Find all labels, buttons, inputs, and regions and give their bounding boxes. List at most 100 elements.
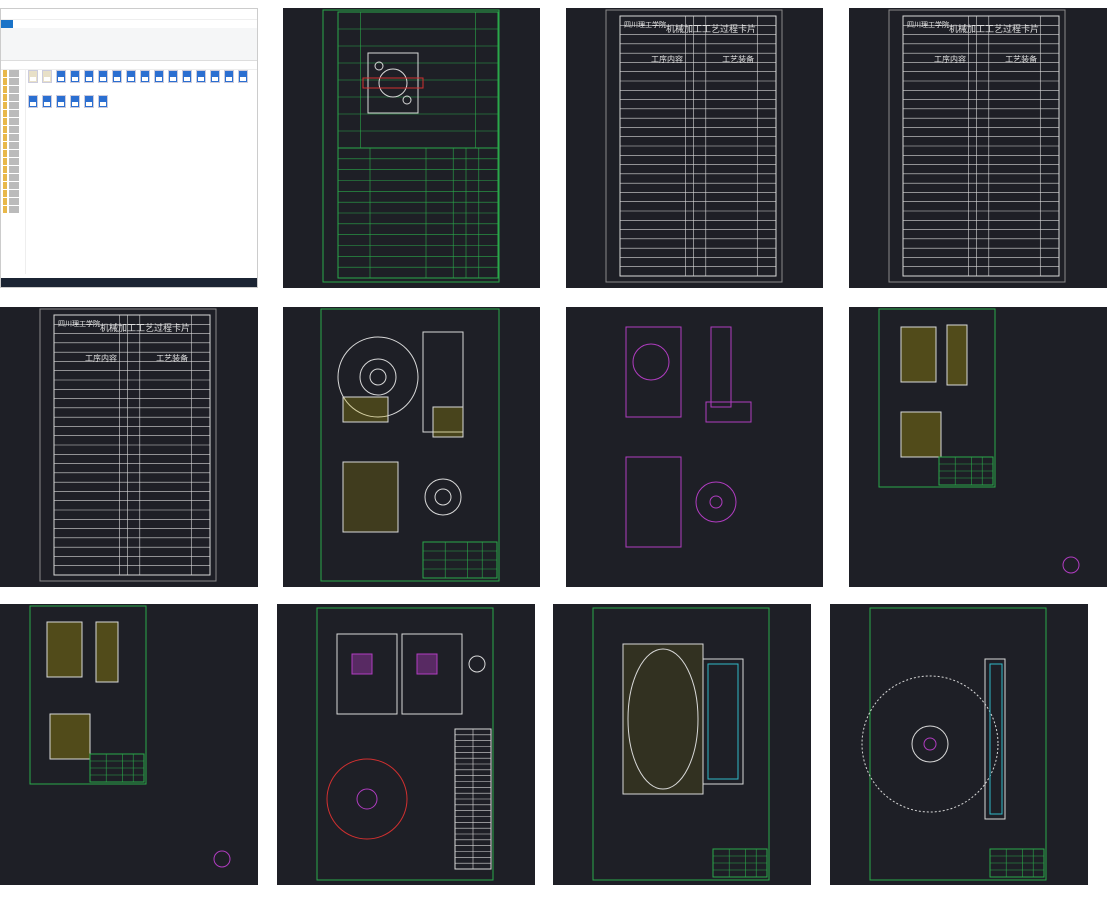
file-icon[interactable]: [56, 95, 66, 108]
file-icon[interactable]: [210, 70, 220, 83]
file-icon[interactable]: [98, 70, 108, 83]
drawing-circle: [923, 737, 937, 751]
drawing-outline: [622, 643, 704, 795]
file-icon[interactable]: [168, 70, 178, 83]
drawing-circle: [356, 788, 378, 810]
nav-item[interactable]: [3, 190, 23, 197]
card-text: 四川理工学院: [58, 320, 100, 328]
file-icon[interactable]: [140, 70, 150, 83]
file-icon[interactable]: [28, 95, 38, 108]
tab-home[interactable]: [13, 20, 25, 28]
card-text: 工序内容: [934, 55, 966, 64]
navigation-pane[interactable]: [1, 69, 26, 274]
tab-view[interactable]: [37, 20, 49, 28]
file-icon[interactable]: [42, 70, 52, 83]
drawing-outline: [367, 52, 419, 114]
taskbar[interactable]: [1, 278, 257, 287]
drawing-outline: [49, 713, 91, 760]
file-icon[interactable]: [98, 95, 108, 108]
cad-drawing-panel: 四川理工学院 机械加工工艺过程卡片 工序内容 工艺装备: [566, 8, 823, 288]
card-text: 四川理工学院: [624, 21, 666, 29]
nav-item[interactable]: [3, 166, 23, 173]
file-icon[interactable]: [196, 70, 206, 83]
ribbon-tabs[interactable]: [1, 20, 257, 28]
drawing-outline: [707, 663, 739, 780]
cad-drawing-panel: [566, 307, 823, 587]
drawing-outline: [95, 621, 119, 683]
cad-drawing-panel: [283, 307, 540, 587]
drawing-circle: [326, 758, 408, 840]
nav-item[interactable]: [3, 118, 23, 125]
drawing-circle: [861, 675, 999, 813]
nav-item[interactable]: [3, 126, 23, 133]
drawing-frame: [322, 9, 500, 283]
drawing-circle: [709, 495, 723, 509]
drawing-circle: [632, 343, 670, 381]
card-text: 工序内容: [651, 55, 683, 64]
card-text: 工艺装备: [722, 55, 755, 64]
cad-drawing: [320, 308, 500, 582]
tab-share[interactable]: [25, 20, 37, 28]
nav-item[interactable]: [3, 198, 23, 205]
file-icon[interactable]: [238, 70, 248, 83]
nav-item[interactable]: [3, 174, 23, 181]
nav-item[interactable]: [3, 150, 23, 157]
card-text: 工艺装备: [1005, 55, 1038, 64]
drawing-outline: [900, 411, 942, 458]
drawing-circle: [359, 358, 397, 396]
drawing-circle: [369, 368, 387, 386]
window-title-bar: [1, 9, 257, 20]
card-text: 机械加工工艺过程卡片: [100, 324, 191, 334]
file-icon[interactable]: [154, 70, 164, 83]
nav-item[interactable]: [3, 110, 23, 117]
nav-item[interactable]: [3, 94, 23, 101]
cad-drawing: [592, 607, 770, 881]
file-icon[interactable]: [224, 70, 234, 83]
nav-item[interactable]: [3, 78, 23, 85]
cad-drawing: [888, 9, 1066, 283]
nav-item[interactable]: [3, 206, 23, 213]
nav-item[interactable]: [3, 142, 23, 149]
drawing-outline: [362, 77, 424, 89]
file-icon[interactable]: [70, 95, 80, 108]
nav-item[interactable]: [3, 70, 23, 77]
cad-drawing-panel: [830, 604, 1088, 885]
card-text: 四川理工学院: [907, 21, 949, 29]
file-icon[interactable]: [42, 95, 52, 108]
nav-item[interactable]: [3, 102, 23, 109]
drawing-circle: [468, 655, 486, 673]
file-icon[interactable]: [84, 95, 94, 108]
file-icon[interactable]: [70, 70, 80, 83]
drawing-frame: [869, 607, 1047, 881]
drawing-outline: [432, 406, 464, 438]
nav-item[interactable]: [3, 158, 23, 165]
drawing-outline: [342, 461, 399, 533]
drawing-frame: [316, 607, 494, 881]
tab-file[interactable]: [1, 20, 13, 28]
ribbon-toolbar[interactable]: [1, 28, 257, 61]
nav-item[interactable]: [3, 86, 23, 93]
file-icon[interactable]: [28, 70, 38, 83]
cad-drawing-panel: [553, 604, 811, 885]
cad-drawing-panel: [277, 604, 535, 885]
cad-drawing-panel: 四川理工学院 机械加工工艺过程卡片 工序内容 工艺装备: [849, 8, 1107, 288]
drawing-outline: [900, 326, 937, 383]
file-list[interactable]: [27, 69, 257, 117]
file-icon[interactable]: [126, 70, 136, 83]
cad-drawing: [605, 9, 783, 283]
file-explorer-window: [0, 8, 258, 288]
card-text: 工序内容: [85, 354, 117, 363]
file-icon[interactable]: [182, 70, 192, 83]
cad-drawing: [861, 607, 1047, 881]
cad-drawing: [316, 607, 494, 881]
nav-item[interactable]: [3, 134, 23, 141]
cad-drawing: [878, 308, 1080, 574]
file-icon[interactable]: [84, 70, 94, 83]
file-icon[interactable]: [112, 70, 122, 83]
drawing-outline: [705, 401, 752, 423]
drawing-circle: [695, 481, 737, 523]
cad-drawing: [322, 9, 500, 283]
file-icon[interactable]: [56, 70, 66, 83]
cad-drawing: [39, 308, 217, 582]
nav-item[interactable]: [3, 182, 23, 189]
